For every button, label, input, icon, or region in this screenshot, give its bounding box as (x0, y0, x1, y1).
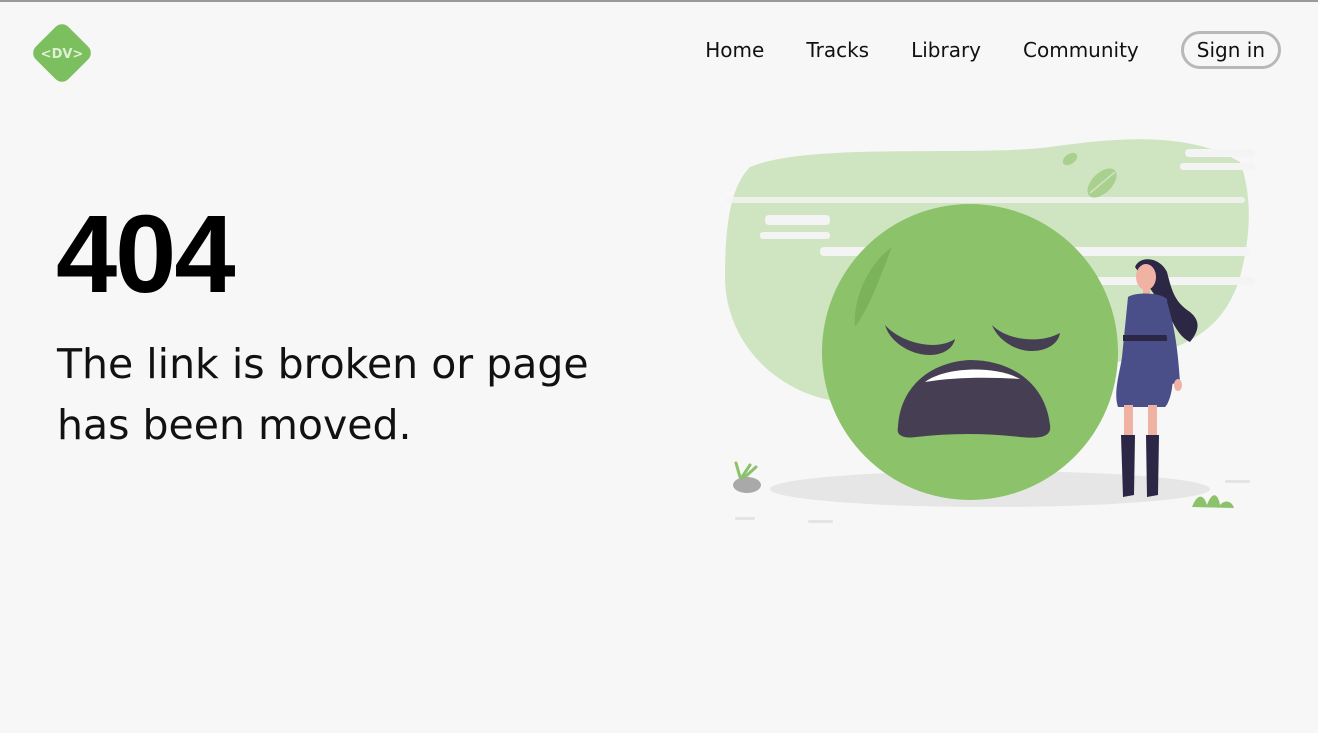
error-code: 404 (56, 193, 236, 316)
hand (1174, 379, 1182, 391)
streak-7 (1180, 163, 1255, 170)
sign-in-button[interactable]: Sign in (1180, 31, 1281, 69)
face-circle (822, 204, 1118, 500)
streak-6 (1185, 149, 1255, 157)
sprout (734, 461, 758, 479)
belt (1123, 335, 1168, 341)
boot-right (1146, 435, 1159, 497)
ground-line-3 (1225, 480, 1250, 483)
streak-4 (725, 197, 1245, 203)
error-message: The link is broken or page has been move… (57, 340, 589, 449)
logo-text: <DV> (41, 47, 84, 62)
rock (733, 477, 761, 493)
ground-line-1 (735, 517, 755, 520)
leg-left (1124, 405, 1133, 440)
boot-left (1121, 435, 1135, 497)
leg-right (1148, 405, 1157, 440)
nav-link-tracks[interactable]: Tracks (806, 30, 869, 70)
nav-link-community[interactable]: Community (1023, 30, 1139, 70)
ground-line-2 (808, 520, 833, 523)
streak-1 (765, 215, 830, 225)
brand-logo-icon[interactable]: <DV> (29, 21, 95, 85)
top-nav: Home Tracks Library Community Sign in (705, 30, 1281, 70)
grass-right (1192, 495, 1234, 508)
nav-link-home[interactable]: Home (705, 30, 764, 70)
head (1136, 264, 1156, 290)
page: <DV> Home Tracks Library Community Sign … (0, 0, 1318, 733)
streak-2 (760, 232, 830, 239)
nav-link-library[interactable]: Library (911, 30, 981, 70)
sad-face-illustration (725, 139, 1255, 523)
